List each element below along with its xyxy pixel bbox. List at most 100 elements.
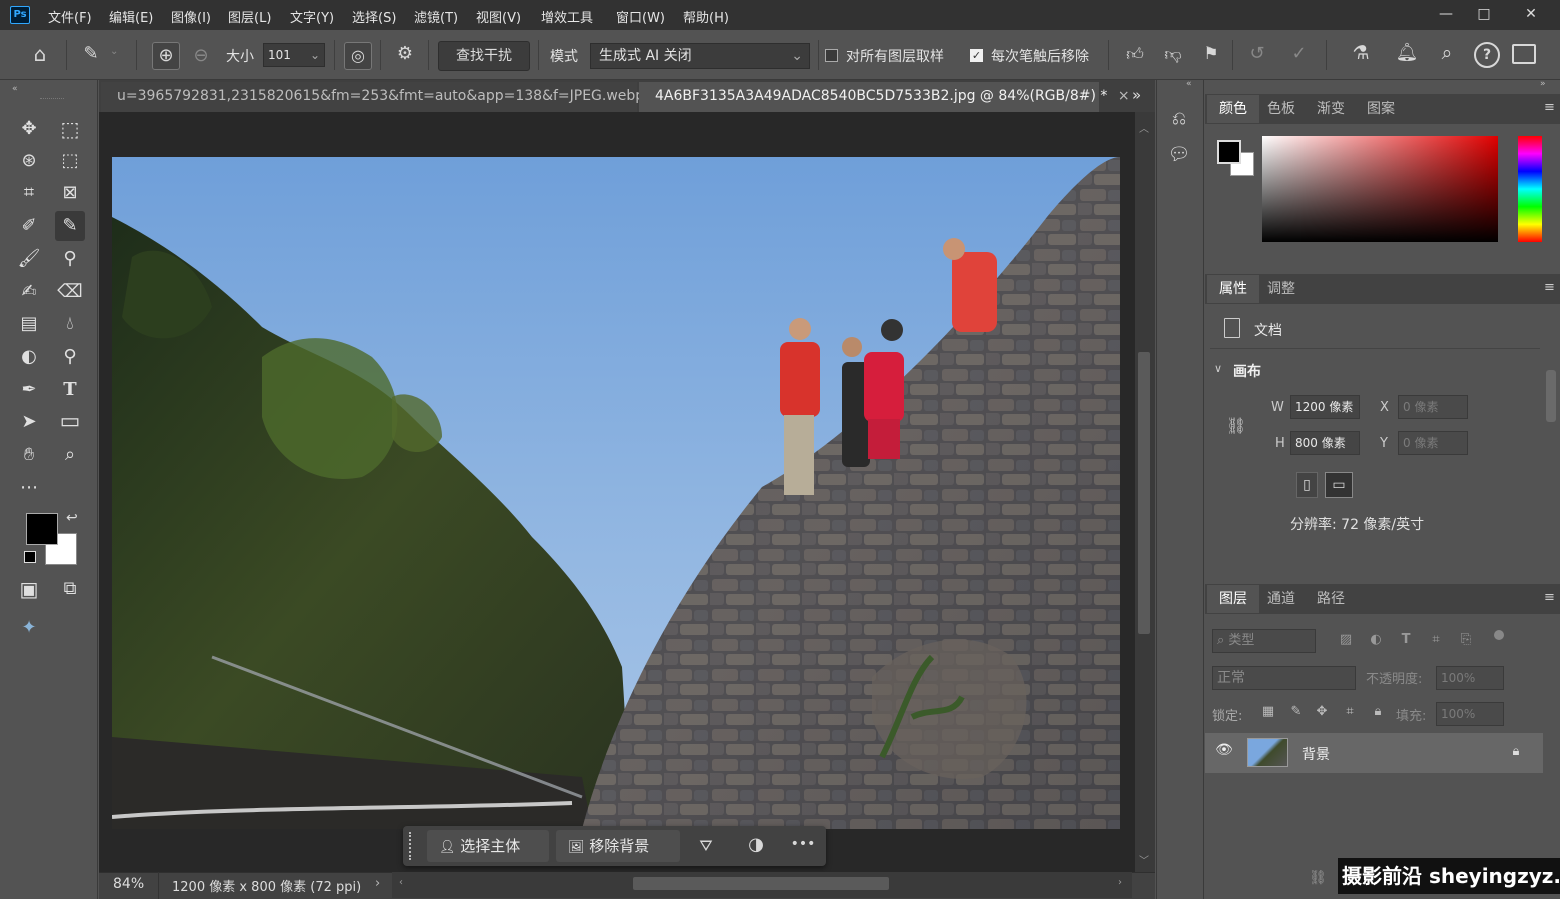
tab-channels[interactable]: 通道 [1255, 585, 1307, 613]
menu-type[interactable]: 文字(Y) [290, 7, 334, 26]
status-arrow-icon[interactable]: › [375, 876, 380, 891]
tab-properties[interactable]: 属性 [1207, 275, 1259, 303]
menu-file[interactable]: 文件(F) [48, 7, 92, 26]
quick-mask-icon[interactable]: ▣ [14, 574, 44, 604]
swap-colors-icon[interactable]: ↩ [66, 510, 78, 526]
size-input[interactable]: 101 ⌄ [263, 43, 325, 67]
filter-smart-object-icon[interactable]: ⎘ [1456, 632, 1476, 647]
menu-help[interactable]: 帮助(H) [683, 7, 729, 26]
mode-chevron-icon[interactable]: ⌄ [791, 44, 803, 68]
lock-image-icon[interactable]: ✎ [1286, 704, 1306, 719]
size-chevron-icon[interactable]: ⌄ [310, 44, 320, 66]
link-layers-icon[interactable]: ⛓ [1306, 870, 1330, 886]
sponge-tool-icon[interactable]: ⚲ [55, 342, 85, 372]
eraser-tool-icon[interactable]: ⌫ [55, 277, 85, 307]
document-photo[interactable] [112, 157, 1120, 829]
flag-icon[interactable]: ⚑ [1198, 44, 1224, 64]
menu-filter[interactable]: 滤镜(T) [414, 7, 458, 26]
filter-pixel-icon[interactable]: ▨ [1336, 632, 1356, 647]
generative-icon[interactable]: ✦ [14, 613, 44, 643]
scroll-right-icon[interactable]: › [1118, 877, 1122, 888]
menu-image[interactable]: 图像(I) [171, 7, 211, 26]
tab-swatches[interactable]: 色板 [1255, 95, 1307, 123]
tabs-overflow-icon[interactable]: » [1132, 86, 1141, 104]
canvas-section-chevron-icon[interactable]: ∨ [1214, 362, 1222, 375]
menu-select[interactable]: 选择(S) [352, 7, 396, 26]
more-tools-icon[interactable]: ⋯ [14, 473, 44, 503]
tab-adjustments[interactable]: 调整 [1255, 275, 1307, 303]
tab-jpg[interactable]: 4A6BF3135A3A49ADAC8540BC5D7533B2.jpg @ 8… [639, 82, 1130, 112]
taskbar-grip-icon[interactable] [409, 832, 415, 860]
properties-scroll-thumb[interactable] [1546, 370, 1556, 422]
landscape-orientation-icon[interactable]: ▭ [1325, 472, 1353, 498]
toolbar-grip[interactable] [40, 98, 64, 101]
maximize-button[interactable]: □ [1461, 0, 1507, 30]
workspace-icon[interactable] [1512, 44, 1536, 64]
screen-mode-icon[interactable]: ⧉ [55, 574, 85, 604]
link-icon[interactable]: ⛓ [1226, 416, 1246, 435]
adjust-icon[interactable]: ◑ [744, 834, 768, 855]
color-field[interactable] [1262, 136, 1498, 242]
scroll-down-icon[interactable]: ﹀ [1139, 852, 1149, 867]
history-icon[interactable]: ⎌ [1166, 108, 1192, 129]
quick-select-tool-icon[interactable]: ⬚ [55, 146, 85, 176]
lock-transparent-icon[interactable]: ▦ [1258, 704, 1278, 719]
filter-adjustment-icon[interactable]: ◐ [1366, 632, 1386, 647]
hand-tool-icon[interactable]: ✋︎ [14, 440, 44, 470]
help-icon[interactable]: ? [1474, 42, 1500, 68]
menu-layer[interactable]: 图层(L) [228, 7, 271, 26]
layer-filter-select[interactable]: ⌕ 类型 [1212, 629, 1316, 653]
tool-preset-chevron-icon[interactable]: ⌄ [110, 46, 118, 57]
flask-icon[interactable]: ⚗ [1348, 42, 1374, 64]
brush-tool-icon[interactable]: 🖌︎ [14, 244, 44, 274]
remove-tool-icon[interactable]: ✎ [78, 43, 104, 69]
tab-layers[interactable]: 图层 [1207, 585, 1259, 613]
undo-icon[interactable]: ↺ [1244, 43, 1270, 64]
visibility-eye-icon[interactable]: 👁︎ [1214, 742, 1234, 758]
dodge-tool-icon[interactable]: ◐ [14, 342, 44, 372]
menu-window[interactable]: 窗口(W) [616, 7, 665, 26]
marquee-tool-icon[interactable]: ⬚ [55, 114, 85, 144]
tab-paths[interactable]: 路径 [1305, 585, 1357, 613]
stamp-tool-icon[interactable]: ⚲ [55, 244, 85, 274]
blur-tool-icon[interactable]: 💧︎ [55, 309, 85, 339]
path-select-tool-icon[interactable]: ➤ [14, 407, 44, 437]
eyedropper-tool-icon[interactable]: ✐ [14, 211, 44, 241]
thumbs-down-icon[interactable]: 👎︎ [1160, 44, 1186, 65]
search-icon[interactable]: ⌕ [1434, 42, 1460, 64]
rectangle-tool-icon[interactable]: ▭ [55, 407, 85, 437]
fill-input[interactable]: 100% [1436, 702, 1504, 726]
default-colors-icon[interactable] [24, 551, 36, 563]
tab-jpg-close-icon[interactable]: × [1118, 88, 1130, 104]
history-brush-icon[interactable]: ✍ [14, 277, 44, 307]
zoom-tool-icon[interactable]: ⌕ [55, 440, 85, 470]
horizontal-scroll-thumb[interactable] [633, 877, 889, 890]
move-tool-icon[interactable]: ✥ [14, 114, 44, 144]
layer-lock-icon[interactable]: 🔒︎ [1507, 744, 1525, 759]
remove-background-button[interactable]: 🖼︎ 移除背景 [556, 830, 680, 862]
panel-foreground-swatch[interactable] [1217, 140, 1241, 164]
portrait-orientation-icon[interactable]: ▯ [1296, 472, 1318, 498]
canvas-height-input[interactable]: 800 像素 [1290, 431, 1360, 455]
thumbs-up-icon[interactable]: 👍︎ [1122, 44, 1148, 65]
select-subject-button[interactable]: 👤︎ 选择主体 [427, 830, 549, 862]
gear-icon[interactable]: ⚙ [392, 43, 418, 69]
tab-gradients[interactable]: 渐变 [1305, 95, 1357, 123]
checkmark-icon[interactable]: ✓ [1286, 43, 1312, 64]
canvas-section-title[interactable]: 画布 [1233, 361, 1261, 381]
menu-edit[interactable]: 编辑(E) [109, 7, 153, 26]
remove-after-stroke-checkbox[interactable]: ✓ [970, 49, 983, 62]
scroll-left-icon[interactable]: ‹ [399, 877, 403, 888]
bell-icon[interactable]: 🔔︎ [1394, 42, 1420, 63]
subtract-brush-icon[interactable]: ⊖ [188, 42, 214, 70]
opacity-input[interactable]: 100% [1436, 666, 1504, 690]
transform-icon[interactable]: ⛛ [694, 836, 718, 856]
add-brush-icon[interactable]: ⊕ [152, 42, 180, 70]
tab-color[interactable]: 颜色 [1207, 95, 1259, 123]
crop-tool-icon[interactable]: ⌗ [14, 178, 44, 208]
zoom-level[interactable]: 84% [113, 876, 144, 892]
color-panel-menu-icon[interactable]: ≡ [1544, 100, 1555, 115]
pressure-icon[interactable]: ◎ [344, 42, 372, 70]
lock-position-icon[interactable]: ✥ [1312, 704, 1332, 719]
close-window-button[interactable]: ✕ [1508, 0, 1554, 30]
